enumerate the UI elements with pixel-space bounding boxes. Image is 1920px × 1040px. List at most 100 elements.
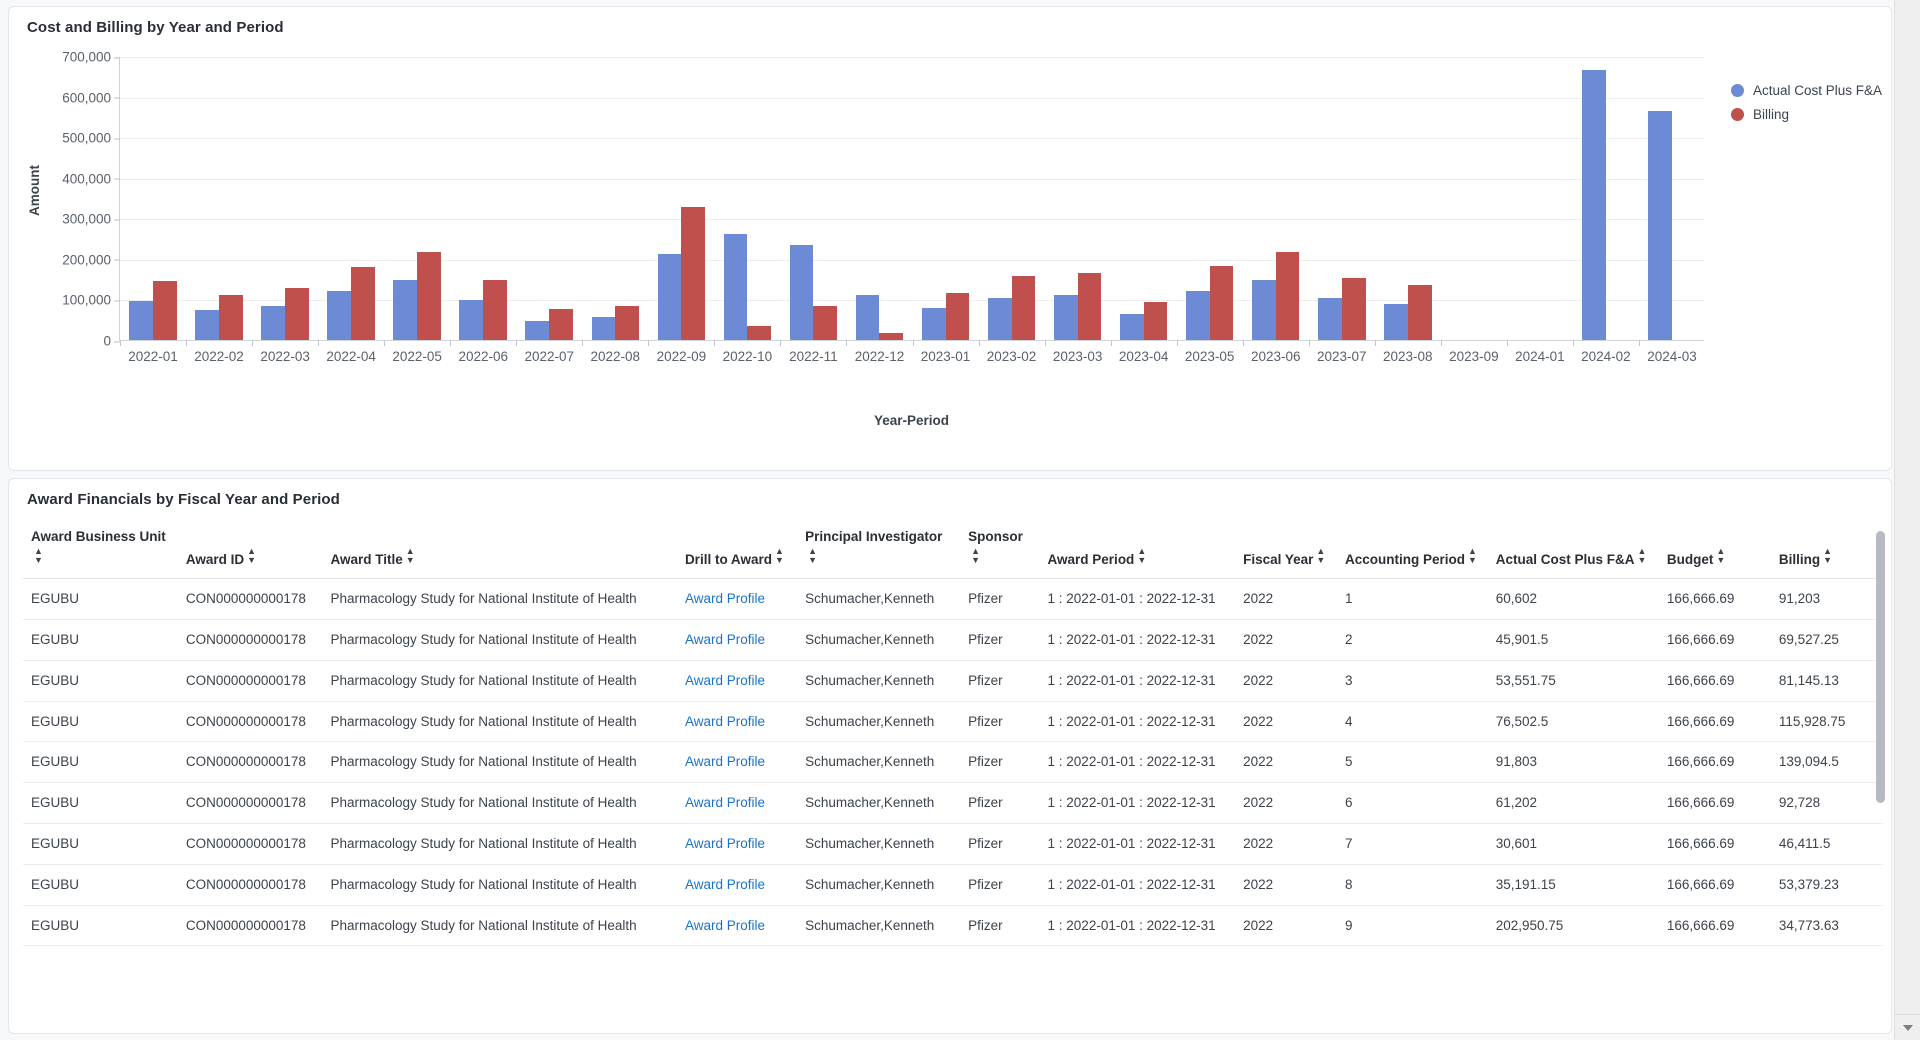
chart-bar[interactable] xyxy=(747,325,772,340)
chart-bar[interactable] xyxy=(219,295,243,340)
sort-icon[interactable]: ▲ ▼ xyxy=(34,546,43,565)
cell-drill-to-award[interactable]: Award Profile xyxy=(676,823,798,865)
chart-bar[interactable] xyxy=(195,310,220,340)
chart-bar[interactable] xyxy=(591,317,616,340)
sort-icon[interactable]: ▲ ▼ xyxy=(775,546,784,565)
cell-drill-to-award[interactable]: Award Profile xyxy=(676,660,798,702)
chart-bar[interactable] xyxy=(153,281,177,340)
table-row[interactable]: EGUBU CON000000000178 Pharmacology Study f… xyxy=(23,741,1883,784)
table-row[interactable]: EGUBU CON000000000178 Pharmacology Study f… xyxy=(23,701,1883,743)
table-row[interactable]: EGUBU CON000000000178 Pharmacology Study f… xyxy=(23,823,1883,865)
table-scrollbar-thumb[interactable] xyxy=(1876,531,1885,803)
chart-bar[interactable] xyxy=(417,251,441,340)
chart-bar[interactable] xyxy=(921,308,946,340)
chart-bar[interactable] xyxy=(1317,298,1342,340)
legend-item-actual-cost-plus-fa[interactable]: Actual Cost Plus F&A xyxy=(1731,83,1882,98)
chart-bar[interactable] xyxy=(987,297,1012,340)
chart-bar[interactable] xyxy=(615,305,640,340)
column-header-accounting-period[interactable]: Accounting Period ▲ ▼ xyxy=(1336,513,1488,580)
column-header-award-title[interactable]: Award Title ▲ ▼ xyxy=(322,513,677,580)
chart-bar[interactable] xyxy=(723,233,748,340)
award-profile-link[interactable]: Award Profile xyxy=(685,673,765,688)
table-row[interactable]: EGUBU CON000000000178 Pharmacology Study f… xyxy=(23,660,1883,702)
table-row[interactable]: EGUBU CON000000000178 Pharmacology Study f… xyxy=(23,905,1883,947)
sort-icon[interactable]: ▲ ▼ xyxy=(971,546,980,565)
column-header-billing[interactable]: Billing ▲ ▼ xyxy=(1770,513,1883,580)
award-profile-link[interactable]: Award Profile xyxy=(685,918,765,933)
table-vertical-scrollbar[interactable] xyxy=(1876,531,1885,991)
chart-bar[interactable] xyxy=(813,305,838,340)
legend-item-billing[interactable]: Billing xyxy=(1731,107,1882,122)
chart-bar[interactable] xyxy=(657,253,682,340)
column-header-award-business-unit[interactable]: Award Business Unit ▲ ▼ xyxy=(23,513,178,580)
chart-bar[interactable] xyxy=(681,206,706,340)
sort-icon[interactable]: ▲ ▼ xyxy=(247,546,256,565)
sort-icon[interactable]: ▲ ▼ xyxy=(1316,546,1325,565)
chart-bar[interactable] xyxy=(327,290,352,340)
column-header-drill-to-award[interactable]: Drill to Award ▲ ▼ xyxy=(676,513,798,580)
chart-bar[interactable] xyxy=(1384,303,1408,340)
table-row[interactable]: EGUBU CON000000000178 Pharmacology Study f… xyxy=(23,782,1883,824)
chart-bar[interactable] xyxy=(945,292,970,340)
chart-bar[interactable] xyxy=(1011,275,1036,340)
chart-bar[interactable] xyxy=(1185,291,1210,340)
cell-drill-to-award[interactable]: Award Profile xyxy=(676,578,798,620)
sort-icon[interactable]: ▲ ▼ xyxy=(1716,546,1725,565)
sort-icon[interactable]: ▲ ▼ xyxy=(1137,546,1146,565)
chart-bar[interactable] xyxy=(1053,295,1078,340)
chart-bar[interactable] xyxy=(525,320,550,340)
chart-bar[interactable] xyxy=(789,245,814,340)
chart-bar[interactable] xyxy=(1407,285,1432,340)
page-vertical-scrollbar[interactable] xyxy=(1894,0,1920,1040)
chart-bar[interactable] xyxy=(393,280,418,340)
cell-drill-to-award[interactable]: Award Profile xyxy=(676,619,798,661)
sort-icon[interactable]: ▲ ▼ xyxy=(808,546,817,565)
chart-bar[interactable] xyxy=(1077,273,1102,340)
chart-bar[interactable] xyxy=(351,266,375,340)
chart-bar[interactable] xyxy=(459,300,484,340)
cell-drill-to-award[interactable]: Award Profile xyxy=(676,864,798,906)
column-header-budget[interactable]: Budget ▲ ▼ xyxy=(1658,513,1771,580)
award-profile-link[interactable]: Award Profile xyxy=(685,795,765,810)
table-row[interactable]: EGUBU CON000000000178 Pharmacology Study f… xyxy=(23,578,1883,620)
chart-bar[interactable] xyxy=(1251,280,1276,340)
chart-bar[interactable] xyxy=(879,333,904,340)
award-profile-link[interactable]: Award Profile xyxy=(685,632,765,647)
scroll-down-arrow-icon[interactable] xyxy=(1895,1014,1920,1040)
sort-icon[interactable]: ▲ ▼ xyxy=(406,546,415,565)
sort-icon[interactable]: ▲ ▼ xyxy=(1823,546,1832,565)
column-header-actual-cost-plus-fa[interactable]: Actual Cost Plus F&A ▲ ▼ xyxy=(1487,513,1659,580)
column-header-sponsor[interactable]: Sponsor ▲ ▼ xyxy=(960,513,1040,580)
cell-drill-to-award[interactable]: Award Profile xyxy=(676,905,798,947)
table-row[interactable]: EGUBU CON000000000178 Pharmacology Study f… xyxy=(23,864,1883,906)
chart-bar[interactable] xyxy=(1648,110,1672,340)
column-header-award-id[interactable]: Award ID ▲ ▼ xyxy=(177,513,323,580)
chart-bar[interactable] xyxy=(261,305,286,340)
chart-bar[interactable] xyxy=(549,309,574,340)
award-profile-link[interactable]: Award Profile xyxy=(685,754,765,769)
chart-bar[interactable] xyxy=(1119,314,1144,340)
chart-bar[interactable] xyxy=(1275,251,1300,340)
table-row[interactable]: EGUBU CON000000000178 Pharmacology Study f… xyxy=(23,619,1883,661)
sort-icon[interactable]: ▲ ▼ xyxy=(1468,546,1477,565)
chart-bar[interactable] xyxy=(1582,69,1606,340)
sort-icon[interactable]: ▲ ▼ xyxy=(1637,546,1646,565)
column-header-award-period[interactable]: Award Period ▲ ▼ xyxy=(1039,513,1236,580)
chart-bar[interactable] xyxy=(483,279,507,340)
award-profile-link[interactable]: Award Profile xyxy=(685,714,765,729)
cell-drill-to-award[interactable]: Award Profile xyxy=(676,701,798,743)
cell-drill-to-award[interactable]: Award Profile xyxy=(676,741,798,784)
column-header-fiscal-year[interactable]: Fiscal Year ▲ ▼ xyxy=(1235,513,1337,580)
chart-bar[interactable] xyxy=(1143,302,1168,340)
chart-bar[interactable] xyxy=(1209,265,1234,340)
award-profile-link[interactable]: Award Profile xyxy=(685,591,765,606)
table-scroll-container[interactable]: Award Business Unit ▲ ▼ Award ID ▲ ▼ Award T… xyxy=(9,513,1891,1033)
award-profile-link[interactable]: Award Profile xyxy=(685,877,765,892)
award-profile-link[interactable]: Award Profile xyxy=(685,836,765,851)
cell-drill-to-award[interactable]: Award Profile xyxy=(676,782,798,824)
chart-bar[interactable] xyxy=(285,288,309,340)
column-header-principal-investigator[interactable]: Principal Investigator ▲ ▼ xyxy=(797,513,961,580)
chart-bar[interactable] xyxy=(1341,277,1366,340)
chart-bar[interactable] xyxy=(129,300,153,340)
chart-bar[interactable] xyxy=(855,294,880,340)
